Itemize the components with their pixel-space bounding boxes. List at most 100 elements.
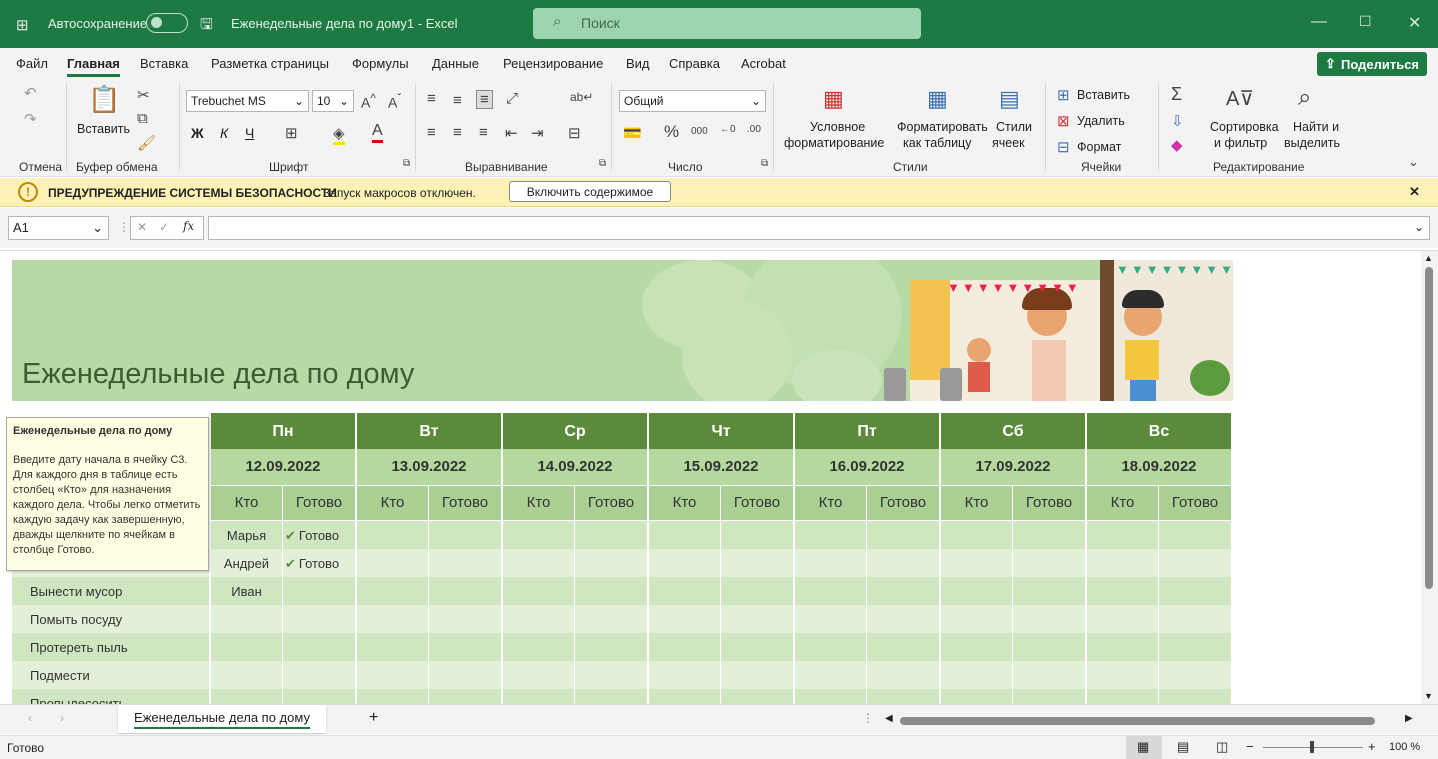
done-cell[interactable] <box>575 605 647 633</box>
fill-color-icon[interactable]: ◈ <box>333 124 345 145</box>
decrease-font-icon[interactable]: Aˇ <box>388 92 401 111</box>
next-sheet-icon[interactable]: › <box>60 711 64 725</box>
number-format-select[interactable]: Общий ⌄ <box>619 90 766 112</box>
scroll-left-icon[interactable]: ◀ <box>885 713 893 724</box>
autosave-toggle[interactable] <box>146 13 188 33</box>
find-select-icon[interactable]: ⌕ <box>1298 84 1311 112</box>
align-bottom-icon[interactable]: ≡ <box>476 90 493 109</box>
align-center-icon[interactable]: ≡ <box>453 124 462 141</box>
who-cell[interactable] <box>503 661 574 689</box>
enter-formula-icon[interactable]: ✓ <box>159 220 169 234</box>
who-cell[interactable] <box>795 605 866 633</box>
who-cell[interactable] <box>1087 661 1158 689</box>
undo-icon[interactable]: ↶ <box>24 84 37 102</box>
number-dialog-launcher-icon[interactable]: ⧉ <box>761 158 768 169</box>
borders-icon[interactable]: ⊞ <box>285 124 298 142</box>
insert-cells-icon[interactable]: ⊞ <box>1057 86 1070 104</box>
clear-icon[interactable]: ◆ <box>1171 136 1183 154</box>
increase-font-icon[interactable]: A^ <box>361 92 376 111</box>
expand-formula-bar-icon[interactable]: ⌄ <box>1414 220 1424 234</box>
decrease-indent-icon[interactable]: ⇤ <box>505 124 518 142</box>
percent-icon[interactable]: % <box>664 122 679 142</box>
day-date[interactable]: 18.09.2022 <box>1087 449 1231 485</box>
done-cell[interactable] <box>1013 521 1085 549</box>
align-middle-icon[interactable]: ≡ <box>453 92 462 109</box>
done-cell[interactable] <box>721 661 793 689</box>
done-cell[interactable] <box>1159 633 1231 661</box>
format-cells-button[interactable]: Формат <box>1077 140 1121 154</box>
done-cell[interactable] <box>1013 605 1085 633</box>
sort-filter-label-1[interactable]: Сортировка <box>1210 120 1279 134</box>
who-cell[interactable] <box>649 549 720 577</box>
sort-filter-label-2[interactable]: и фильтр <box>1214 136 1267 150</box>
cell-styles-icon[interactable]: ▤ <box>999 86 1020 112</box>
who-cell[interactable] <box>649 605 720 633</box>
done-cell[interactable] <box>429 521 501 549</box>
done-cell[interactable] <box>721 577 793 605</box>
who-cell[interactable] <box>211 605 282 633</box>
who-cell[interactable] <box>795 633 866 661</box>
italic-button[interactable]: К <box>220 125 228 141</box>
done-cell[interactable] <box>867 549 939 577</box>
who-cell[interactable] <box>357 577 428 605</box>
done-cell[interactable] <box>575 661 647 689</box>
who-cell[interactable] <box>357 521 428 549</box>
who-cell[interactable] <box>795 549 866 577</box>
who-cell[interactable] <box>795 577 866 605</box>
search-box[interactable]: ⌕ Поиск <box>533 8 921 39</box>
align-left-icon[interactable]: ≡ <box>427 124 436 141</box>
font-name-select[interactable]: Trebuchet MS ⌄ <box>186 90 309 112</box>
done-cell[interactable] <box>283 661 355 689</box>
chore-cell[interactable]: Подмести <box>12 661 209 689</box>
prev-sheet-icon[interactable]: ‹ <box>28 711 32 725</box>
who-cell[interactable] <box>357 549 428 577</box>
page-break-view-icon[interactable]: ◫ <box>1216 739 1228 755</box>
format-as-table-icon[interactable]: ▦ <box>927 86 948 112</box>
tab-review[interactable]: Рецензирование <box>503 56 603 71</box>
done-cell[interactable] <box>1159 605 1231 633</box>
who-cell[interactable] <box>941 605 1012 633</box>
tab-data[interactable]: Данные <box>432 56 479 71</box>
enable-content-button[interactable]: Включить содержимое <box>509 181 671 202</box>
sheet-tab-active[interactable]: Еженедельные дела по дому <box>118 705 326 733</box>
tab-splitter-icon[interactable]: ⋮ <box>862 711 874 725</box>
underline-button[interactable]: Ч <box>245 125 254 141</box>
who-cell[interactable] <box>357 661 428 689</box>
who-cell[interactable]: Андрей <box>211 549 282 577</box>
scroll-right-icon[interactable]: ▶ <box>1405 713 1413 724</box>
zoom-in-icon[interactable]: + <box>1368 739 1376 754</box>
share-button[interactable]: ⇪ Поделиться <box>1317 52 1427 76</box>
done-cell[interactable] <box>1159 521 1231 549</box>
who-cell[interactable] <box>1087 605 1158 633</box>
who-cell[interactable] <box>649 661 720 689</box>
done-cell[interactable] <box>283 633 355 661</box>
done-cell[interactable] <box>867 577 939 605</box>
scroll-down-icon[interactable]: ▼ <box>1424 691 1433 701</box>
who-cell[interactable]: Марья <box>211 521 282 549</box>
who-cell[interactable] <box>941 521 1012 549</box>
align-right-icon[interactable]: ≡ <box>479 124 488 141</box>
done-cell[interactable] <box>575 549 647 577</box>
find-select-label-1[interactable]: Найти и <box>1293 120 1339 134</box>
who-cell[interactable] <box>503 633 574 661</box>
who-cell[interactable] <box>941 549 1012 577</box>
done-cell[interactable] <box>867 633 939 661</box>
who-cell[interactable] <box>941 661 1012 689</box>
ribbon-collapse-icon[interactable]: ⌄ <box>1408 154 1419 170</box>
sort-filter-icon[interactable]: A⊽ <box>1226 86 1254 111</box>
chore-cell[interactable]: Вынести мусор <box>12 577 209 605</box>
day-date[interactable]: 16.09.2022 <box>795 449 939 485</box>
zoom-out-icon[interactable]: − <box>1246 739 1254 754</box>
who-cell[interactable] <box>649 633 720 661</box>
who-cell[interactable] <box>1087 549 1158 577</box>
done-cell[interactable] <box>575 633 647 661</box>
who-cell[interactable] <box>503 521 574 549</box>
merge-center-icon[interactable]: ⊟ <box>568 124 581 142</box>
format-as-table-label-2[interactable]: как таблицу <box>903 136 971 150</box>
who-cell[interactable] <box>941 633 1012 661</box>
done-cell[interactable] <box>721 605 793 633</box>
paste-icon[interactable]: 📋 <box>88 84 120 115</box>
done-cell[interactable] <box>1013 633 1085 661</box>
who-cell[interactable] <box>941 577 1012 605</box>
who-cell[interactable] <box>503 549 574 577</box>
